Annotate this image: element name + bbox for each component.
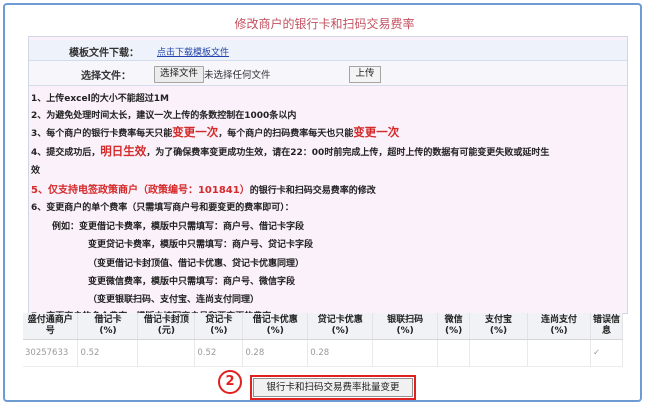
- note-3-part-2: ，每个商户的扫码费率每天也只能: [218, 129, 354, 139]
- col-debit-cap: 借记卡封顶 (元): [137, 313, 196, 340]
- cell-unionpay-qr: [372, 339, 439, 367]
- col-merchant-no: 盛付通商户号: [23, 313, 79, 340]
- batch-change-button[interactable]: 银行卡和扫码交易费率批量变更: [250, 375, 416, 400]
- col-credit-discount: 贷记卡优惠 (%): [307, 313, 374, 340]
- cell-wechat: [437, 339, 471, 367]
- example-4: 变更微信费率，模版中只需填写：商户号、微信字段: [88, 277, 296, 287]
- col-alipay: 支付宝 (%): [469, 313, 529, 340]
- col-wechat: 微信 (%): [437, 313, 471, 340]
- note-4: 4、提交成功后，明日生效，为了确保费率变更成功生效，请在22：00时前完成上传，…: [31, 143, 549, 159]
- rates-table: 盛付通商户号 借记卡 (%) 借记卡封顶 (元) 贷记卡 (%) 借记卡优惠 (%) 贷…: [23, 313, 624, 367]
- no-file-text: 未选择任何文件: [204, 70, 271, 81]
- table-header-row: 盛付通商户号 借记卡 (%) 借记卡封顶 (元) 贷记卡 (%) 借记卡优惠 (%) 贷…: [23, 313, 624, 340]
- note-2: 2、为避免处理时间太长，建议一次上传的条数控制在1000条以内: [31, 111, 297, 121]
- file-select-row: 选择文件： 选择文件 未选择任何文件 上传: [29, 61, 627, 86]
- check-icon: ✓: [590, 339, 624, 367]
- cell-credit: 0.52: [194, 339, 244, 367]
- col-unionpay-qr: 银联扫码 (%): [372, 313, 439, 340]
- col-error: 错误信息: [590, 313, 624, 340]
- note-4-continued: 效: [31, 166, 41, 176]
- col-debit-discount: 借记卡优惠 (%): [242, 313, 309, 340]
- file-label: 选择文件：: [81, 71, 131, 82]
- choose-file-button[interactable]: 选择文件: [154, 66, 205, 83]
- table-row: 30257633 0.52 0.52 0.28 0.28 ✓: [23, 339, 624, 367]
- cell-merchant-no: 30257633: [23, 339, 79, 367]
- col-credit: 贷记卡 (%): [194, 313, 244, 340]
- step-marker: 2: [218, 370, 242, 394]
- cell-debit-cap: [137, 339, 196, 367]
- note-4-highlight: 明日生效: [100, 144, 147, 158]
- example-3: （变更借记卡封顶值、借记卡优惠、贷记卡优惠同理）: [88, 259, 305, 269]
- note-5: 5、仅支持电签政策商户（政策编号：101841）的银行卡和扫码交易费率的修改: [31, 181, 376, 196]
- upload-panel: 模板文件下载： 点击下载模板文件 选择文件： 选择文件 未选择任何文件 上传 1…: [28, 36, 628, 322]
- note-1: 1、上传excel的大小不能超过1M: [31, 94, 169, 104]
- note-6: 6、变更商户的单个费率（只需填写商户号和要变更的费率即可）：: [31, 203, 294, 213]
- note-3-part-1: 3、每个商户的银行卡费率每天只能: [31, 129, 173, 139]
- note-3: 3、每个商户的银行卡费率每天只能变更一次，每个商户的扫码费率每天也只能变更一次: [31, 124, 399, 140]
- example-1: 例如：变更借记卡费率，模版中只需填写：商户号、借记卡字段: [52, 222, 305, 232]
- col-debit: 借记卡 (%): [77, 313, 139, 340]
- cell-lianshang: [527, 339, 591, 367]
- note-5-part-2: 的银行卡和扫码交易费率的修改: [249, 186, 376, 196]
- example-5: （变更银联扫码、支付宝、连尚支付同理）: [88, 295, 260, 305]
- note-4-part-2: ，为了确保费率变更成功生效，请在22：00时前完成上传，超时上传的数据有可能变更…: [146, 148, 550, 158]
- cell-credit-discount: 0.28: [307, 339, 374, 367]
- note-3-highlight-1: 变更一次: [172, 125, 219, 139]
- example-2: 变更贷记卡费率，模版中只需填写：商户号、贷记卡字段: [88, 240, 314, 250]
- cell-debit-discount: 0.28: [242, 339, 309, 367]
- col-lianshang: 连尚支付 (%): [527, 313, 591, 340]
- template-download-link[interactable]: 点击下载模板文件: [157, 45, 229, 58]
- template-download-row: 模板文件下载： 点击下载模板文件: [29, 40, 627, 61]
- note-5-highlight: 5、仅支持电签政策商户（政策编号：101841）: [31, 185, 250, 196]
- note-4-part-1: 4、提交成功后，: [31, 148, 101, 158]
- cell-alipay: [469, 339, 529, 367]
- note-3-highlight-2: 变更一次: [353, 125, 400, 139]
- template-label: 模板文件下载：: [69, 48, 139, 59]
- upload-button[interactable]: 上传: [349, 66, 381, 83]
- page-title: 修改商户的银行卡和扫码交易费率: [234, 17, 415, 31]
- cell-debit: 0.52: [77, 339, 139, 367]
